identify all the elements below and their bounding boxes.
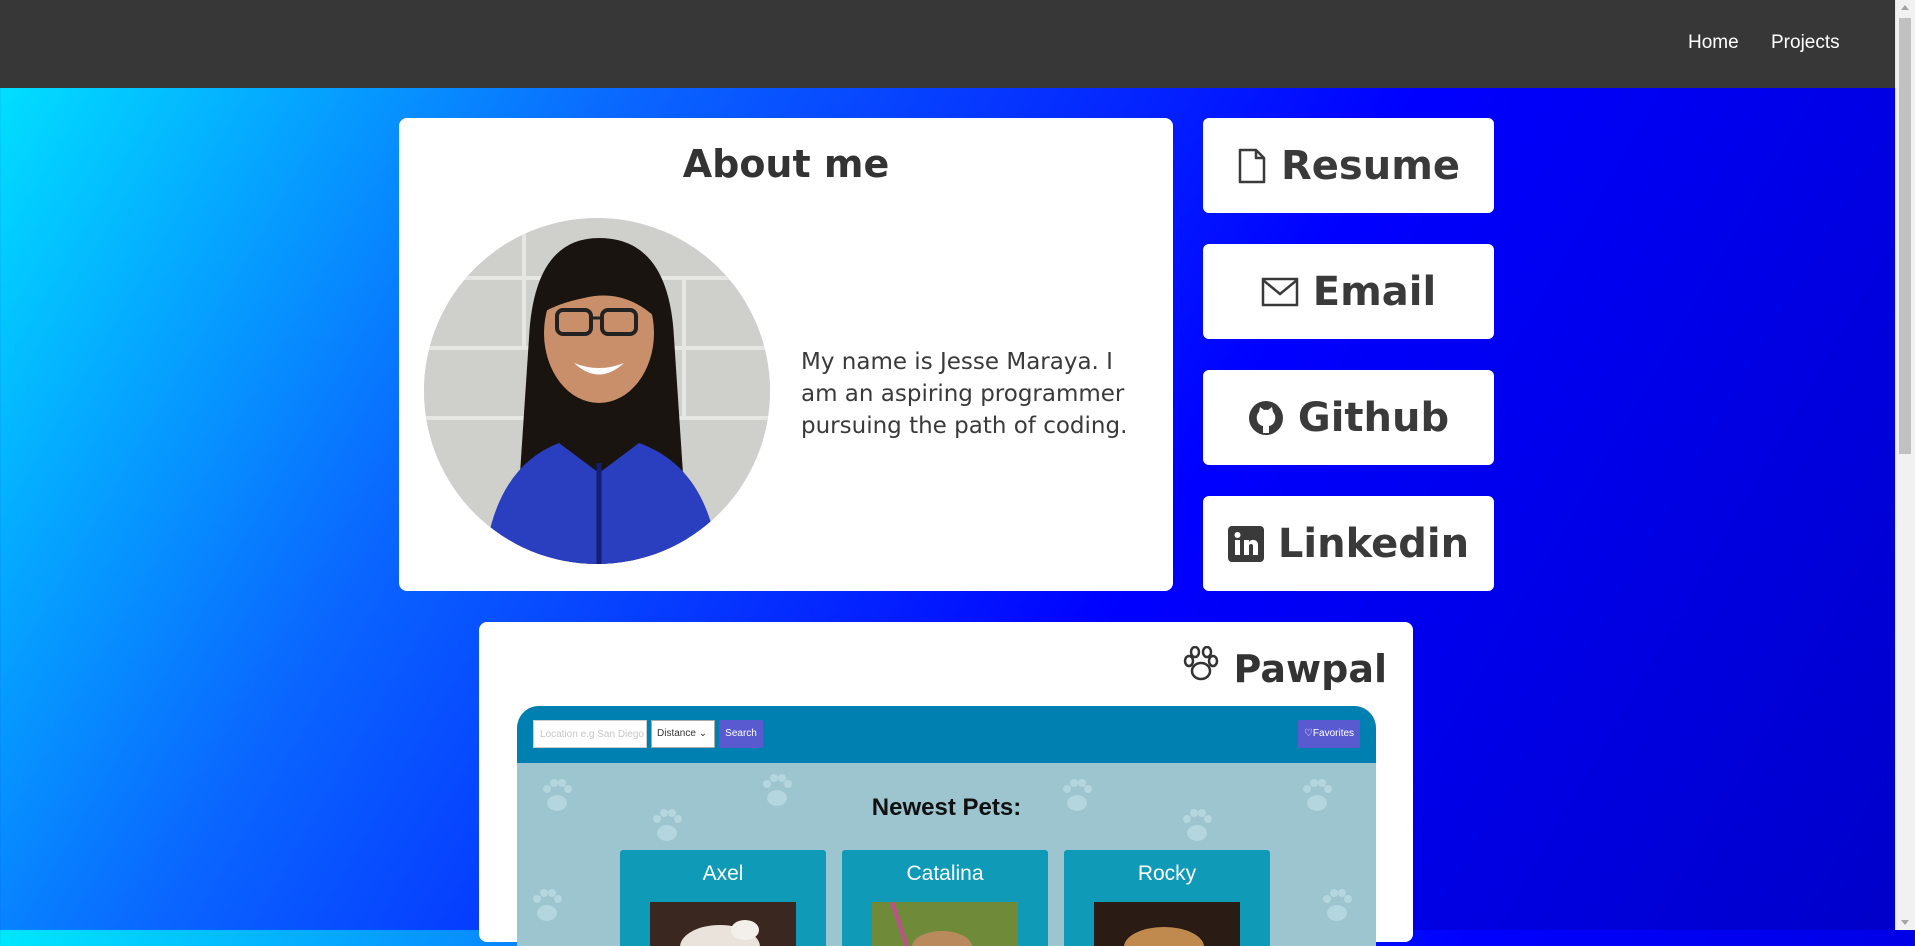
pet-name: Axel — [702, 862, 744, 885]
navbar: Home Projects — [0, 0, 1896, 88]
project-title[interactable]: Pawpal — [1182, 645, 1387, 691]
page-scrollbar[interactable] — [1895, 0, 1915, 930]
paw-icon — [1182, 645, 1220, 691]
resume-label: Resume — [1280, 142, 1461, 189]
about-title: About me — [682, 142, 890, 186]
github-icon — [1248, 400, 1284, 436]
pet-name: Rocky — [1137, 862, 1197, 885]
email-label: Email — [1312, 268, 1437, 315]
envelope-icon — [1261, 277, 1299, 307]
heart-icon: ♡ — [1303, 728, 1313, 739]
linkedin-button[interactable]: Linkedin — [1203, 496, 1494, 591]
pet-photo — [872, 902, 1018, 946]
preview-favorites-button: ♡Favorites — [1298, 720, 1360, 748]
project-preview-screenshot[interactable]: Location e.g San Diego Distance ⌄ Search… — [517, 706, 1376, 946]
scrollbar-thumb[interactable] — [1899, 18, 1911, 454]
pet-name: Catalina — [906, 862, 984, 885]
preview-heading: Newest Pets: — [871, 794, 1022, 821]
preview-distance-label: Distance — [657, 728, 696, 739]
preview-location-input: Location e.g San Diego — [533, 720, 647, 748]
github-button[interactable]: Github — [1203, 370, 1494, 465]
chevron-down-icon: ⌄ — [698, 728, 708, 739]
profile-photo — [424, 218, 770, 564]
nav-link-projects[interactable]: Projects — [1771, 32, 1840, 54]
pet-card: Axel — [620, 850, 826, 946]
preview-distance-select: Distance ⌄ — [651, 720, 715, 748]
github-label: Github — [1297, 394, 1450, 441]
linkedin-icon — [1227, 525, 1264, 562]
nav-link-home[interactable]: Home — [1688, 32, 1739, 54]
preview-toolbar: Location e.g San Diego Distance ⌄ Search… — [517, 706, 1376, 763]
pet-card: Rocky — [1064, 850, 1270, 946]
about-card: About me My name is Jesse Maraya. I am a… — [399, 118, 1173, 591]
about-description: My name is Jesse Maraya. I am an aspirin… — [801, 349, 1128, 439]
scroll-up-arrow-icon[interactable] — [1901, 5, 1909, 10]
project-card: Pawpal Location e.g San Diego Distance ⌄… — [479, 622, 1413, 946]
pet-photo — [650, 902, 796, 946]
document-icon — [1237, 148, 1267, 184]
pet-card: Catalina — [842, 850, 1048, 946]
project-name: Pawpal — [1233, 646, 1387, 691]
resume-button[interactable]: Resume — [1203, 118, 1494, 213]
pet-photo — [1094, 902, 1240, 946]
email-button[interactable]: Email — [1203, 244, 1494, 339]
scroll-down-arrow-icon[interactable] — [1901, 920, 1909, 925]
preview-favorites-label: Favorites — [1312, 728, 1355, 739]
preview-search-button: Search — [719, 720, 763, 748]
linkedin-label: Linkedin — [1277, 520, 1470, 567]
